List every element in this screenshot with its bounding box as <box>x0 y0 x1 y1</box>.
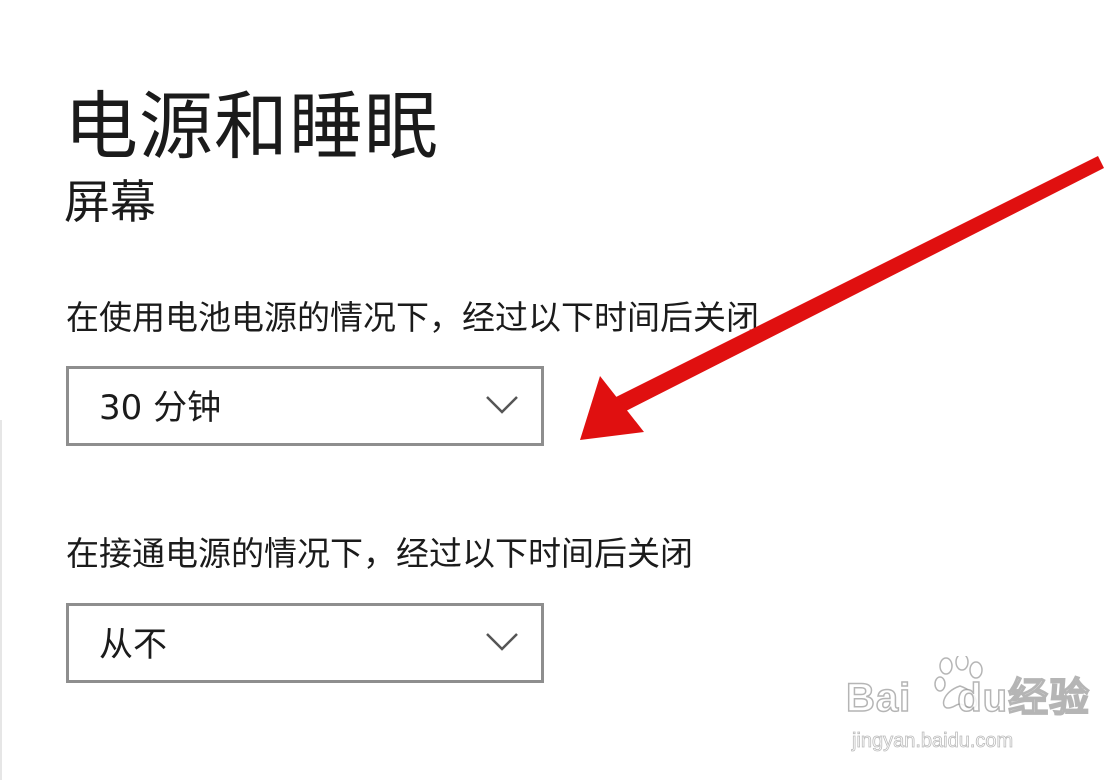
plugged-screen-off-dropdown[interactable]: 从不 <box>66 603 544 683</box>
watermark-brand: Bai du经验 <box>845 675 1091 721</box>
battery-screen-off-dropdown[interactable]: 30 分钟 <box>66 366 544 446</box>
battery-screen-off-label: 在使用电池电源的情况下，经过以下时间后关闭 <box>66 298 759 337</box>
page-title: 电源和睡眠 <box>64 83 439 170</box>
plugged-screen-off-label: 在接通电源的情况下，经过以下时间后关闭 <box>66 534 693 573</box>
arrow-shaft <box>614 156 1104 412</box>
watermark: Bai du经验 jingyan.baidu.com <box>845 656 1090 766</box>
battery-screen-off-value: 30 分钟 <box>99 388 222 428</box>
plugged-screen-off-value: 从不 <box>99 625 167 665</box>
window-left-edge <box>0 420 2 780</box>
watermark-url: jingyan.baidu.com <box>852 730 1014 753</box>
chevron-down-icon <box>486 396 518 414</box>
paw-icon <box>934 656 983 709</box>
section-title-screen: 屏幕 <box>64 175 156 229</box>
chevron-down-icon <box>486 633 518 651</box>
arrow-head <box>580 376 644 440</box>
